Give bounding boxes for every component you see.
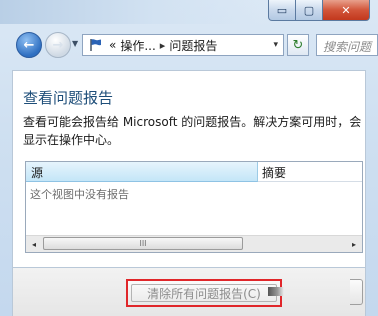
clear-all-reports-button[interactable]: 清除所有问题报告(C) — [131, 284, 277, 302]
back-arrow-icon: ← — [23, 37, 35, 53]
navigation-bar: ← → ▼ « 操作... ▸ 问题报告 ▾ ↻ 搜索问题 — [0, 30, 378, 62]
page-title: 查看问题报告 — [23, 89, 114, 107]
close-window-button[interactable]: ✕ — [323, 0, 370, 21]
column-header-summary[interactable]: 摘要 — [258, 162, 362, 182]
close-icon: ✕ — [341, 3, 351, 17]
refresh-icon: ↻ — [292, 37, 304, 53]
scroll-left-icon[interactable]: ◂ — [26, 236, 42, 252]
page-description: 查看可能会报告给 Microsoft 的问题报告。解决方案可用时，会显示在操作中… — [23, 115, 362, 147]
clear-all-reports-label: 清除所有问题报告(C) — [147, 287, 261, 301]
forward-button[interactable]: → — [45, 32, 71, 58]
close-button[interactable] — [350, 279, 363, 305]
recent-pages-dropdown[interactable]: ▼ — [72, 39, 78, 48]
table-header: 源 摘要 — [26, 162, 362, 182]
address-dropdown-icon[interactable]: ▾ — [273, 40, 278, 50]
breadcrumb-action-center[interactable]: 操作... — [120, 37, 155, 54]
grip-icon: III — [139, 239, 147, 248]
breadcrumb-prefix: « — [109, 38, 117, 52]
shield-icon — [268, 287, 284, 296]
minimize-icon: ▭ — [276, 3, 288, 17]
minimize-button[interactable]: ▭ — [268, 0, 296, 21]
window: ▭ ▢ ✕ ← → ▼ « 操作... ▸ 问题报告 ▾ ↻ 搜索问题 查看问题… — [0, 0, 378, 316]
back-button[interactable]: ← — [16, 32, 42, 58]
horizontal-scrollbar[interactable]: ◂ III ▸ — [26, 235, 362, 252]
column-header-source[interactable]: 源 — [26, 162, 258, 182]
breadcrumb-problem-reports[interactable]: 问题报告 — [169, 37, 217, 54]
scrollbar-thumb[interactable]: III — [43, 237, 243, 250]
address-bar[interactable]: « 操作... ▸ 问题报告 ▾ — [82, 34, 284, 56]
maximize-button[interactable]: ▢ — [296, 0, 323, 21]
clear-all-reports-button-highlight[interactable]: 清除所有问题报告(C) — [126, 279, 284, 307]
main-panel: 查看问题报告 查看可能会报告给 Microsoft 的问题报告。解决方案可用时，… — [12, 70, 366, 268]
caption-buttons: ▭ ▢ ✕ — [268, 0, 370, 22]
empty-table-message: 这个视图中没有报告 — [30, 188, 129, 201]
search-input[interactable]: 搜索问题 — [316, 34, 378, 56]
breadcrumb-separator-icon: ▸ — [159, 38, 166, 52]
scroll-right-icon[interactable]: ▸ — [346, 236, 362, 252]
refresh-button[interactable]: ↻ — [287, 34, 309, 56]
titlebar — [0, 0, 260, 24]
reports-table: 源 摘要 这个视图中没有报告 ◂ III ▸ — [25, 161, 363, 253]
action-center-flag-icon — [87, 38, 105, 52]
maximize-icon: ▢ — [303, 3, 315, 17]
forward-arrow-icon: → — [52, 37, 64, 53]
